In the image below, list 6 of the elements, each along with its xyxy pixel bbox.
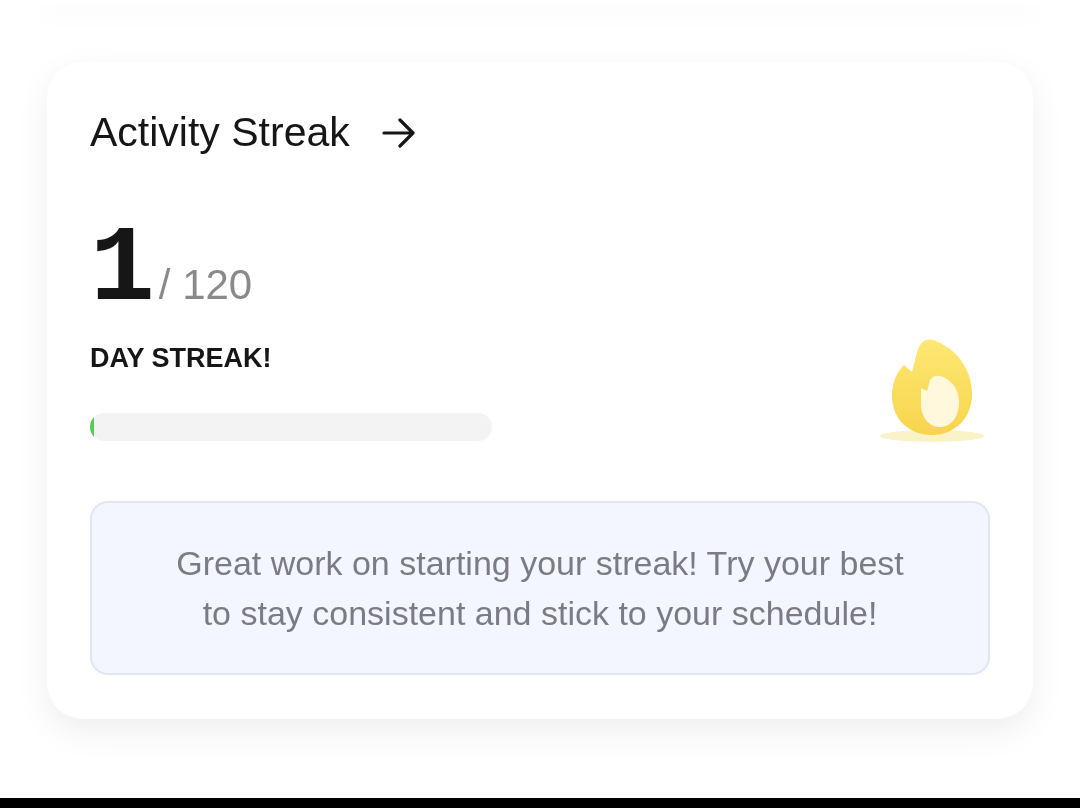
streak-count: 1 xyxy=(90,216,155,325)
streak-goal: / 120 xyxy=(158,264,253,307)
encouragement-message: Great work on starting your streak! Try your best to stay consistent and stick to your schedule! xyxy=(90,500,990,675)
activity-streak-link[interactable]: Activity Streak xyxy=(90,109,416,157)
arrow-right-icon xyxy=(381,117,416,148)
streak-label: DAY STREAK! xyxy=(90,344,273,374)
